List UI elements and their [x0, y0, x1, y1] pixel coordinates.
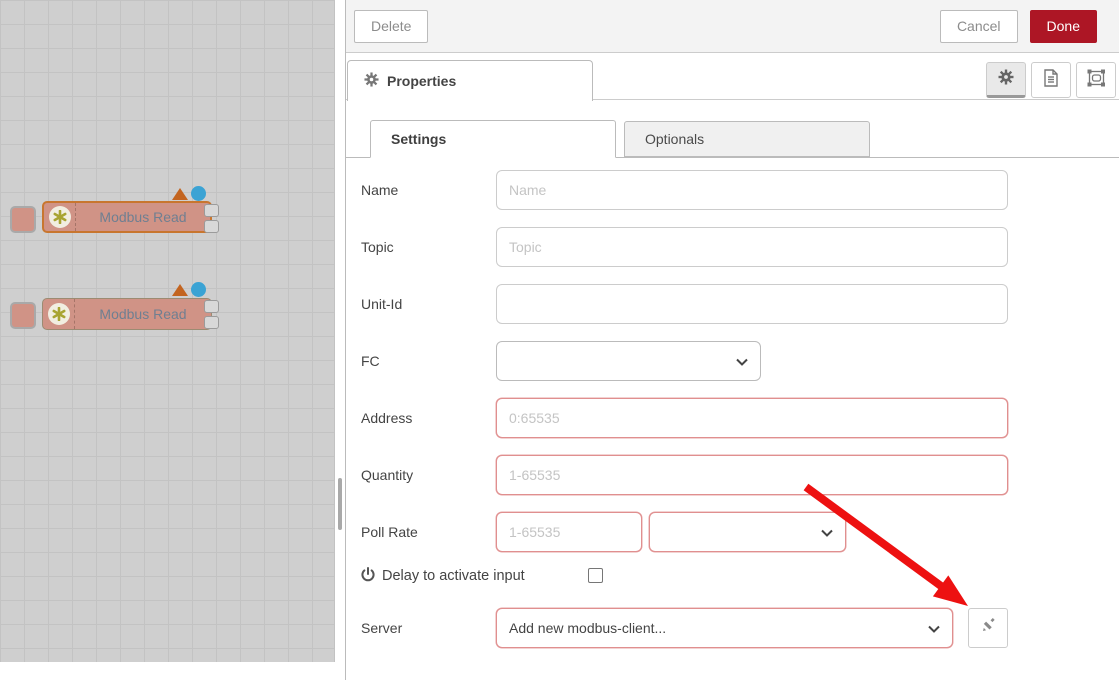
modbus-read-node-2[interactable]: Modbus Read — [42, 298, 212, 330]
name-input[interactable] — [496, 170, 1008, 210]
node-appearance-icon — [1087, 69, 1106, 92]
topic-label: Topic — [361, 227, 394, 267]
edit-server-button[interactable] — [968, 608, 1008, 648]
quantity-input[interactable] — [496, 455, 1008, 495]
delete-button[interactable]: Delete — [354, 10, 428, 43]
modbus-node-icon — [49, 206, 71, 228]
fc-row: FC — [346, 341, 1119, 381]
fc-label: FC — [361, 341, 380, 381]
fc-select[interactable] — [496, 341, 761, 381]
name-label: Name — [361, 170, 398, 210]
chevron-down-icon — [736, 353, 748, 369]
poll-rate-label: Poll Rate — [361, 512, 418, 552]
modbus-read-node-1[interactable]: Modbus Read — [42, 201, 212, 233]
node-output-port-1[interactable] — [204, 300, 219, 313]
node-left-button[interactable] — [10, 206, 36, 233]
address-input[interactable] — [496, 398, 1008, 438]
delay-row: Delay to activate input — [346, 566, 1119, 586]
poll-rate-unit-select[interactable] — [649, 512, 846, 552]
node-error-triangle-icon — [172, 284, 188, 296]
gear-icon — [998, 69, 1014, 90]
done-button[interactable]: Done — [1030, 10, 1097, 43]
edit-description-button[interactable] — [1031, 62, 1071, 98]
server-row: Server Add new modbus-client... — [346, 608, 1119, 648]
tab-settings[interactable]: Settings — [370, 120, 616, 158]
cancel-button[interactable]: Cancel — [940, 10, 1018, 43]
delay-label: Delay to activate input — [361, 566, 525, 586]
editor-sub-tabs: Settings Optionals — [346, 120, 1119, 158]
tray-icon-buttons — [986, 62, 1116, 98]
chevron-down-icon — [928, 620, 940, 636]
delay-checkbox[interactable] — [588, 568, 603, 583]
node-red-editor: Modbus Read Modbus Read Delete Cancel Do — [0, 0, 1119, 680]
tray-resize-grip[interactable] — [338, 478, 342, 530]
topic-row: Topic — [346, 227, 1119, 267]
name-row: Name — [346, 170, 1119, 210]
properties-tab-label: Properties — [387, 73, 456, 89]
node-output-port-2[interactable] — [204, 220, 219, 233]
modbus-node-icon — [48, 303, 70, 325]
node-error-triangle-icon — [172, 188, 188, 200]
flow-canvas[interactable]: Modbus Read Modbus Read — [0, 0, 335, 662]
chevron-down-icon — [821, 524, 833, 540]
node-changed-dot-icon — [191, 282, 206, 297]
delay-label-text: Delay to activate input — [382, 568, 525, 584]
server-select-value: Add new modbus-client... — [509, 620, 666, 636]
node-label: Modbus Read — [76, 209, 210, 225]
address-label: Address — [361, 398, 412, 438]
edit-tray: Delete Cancel Done Properties — [345, 0, 1119, 680]
tab-optionals[interactable]: Optionals — [624, 121, 870, 157]
power-icon — [361, 567, 375, 586]
node-output-port-2[interactable] — [204, 316, 219, 329]
node-output-port-1[interactable] — [204, 204, 219, 217]
edit-properties-button[interactable] — [986, 62, 1026, 98]
address-row: Address — [346, 398, 1119, 438]
properties-tab-bar: Properties — [346, 53, 1119, 100]
quantity-row: Quantity — [346, 455, 1119, 495]
node-icon-strip — [43, 299, 75, 329]
node-icon-strip — [44, 203, 76, 231]
tray-toolbar: Delete Cancel Done — [346, 0, 1119, 53]
topic-input[interactable] — [496, 227, 1008, 267]
poll-rate-row: Poll Rate — [346, 512, 1119, 552]
edit-appearance-button[interactable] — [1076, 62, 1116, 98]
server-select[interactable]: Add new modbus-client... — [496, 608, 953, 648]
server-label: Server — [361, 608, 402, 648]
node-label: Modbus Read — [75, 306, 211, 322]
unit-id-row: Unit-Id — [346, 284, 1119, 324]
node-changed-dot-icon — [191, 186, 206, 201]
node-left-button[interactable] — [10, 302, 36, 329]
unit-id-label: Unit-Id — [361, 284, 402, 324]
document-icon — [1043, 69, 1059, 92]
unit-id-input[interactable] — [496, 284, 1008, 324]
poll-rate-input[interactable] — [496, 512, 642, 552]
quantity-label: Quantity — [361, 455, 413, 495]
tab-properties[interactable]: Properties — [347, 60, 593, 101]
pencil-icon — [981, 618, 996, 638]
gear-icon — [364, 72, 379, 90]
